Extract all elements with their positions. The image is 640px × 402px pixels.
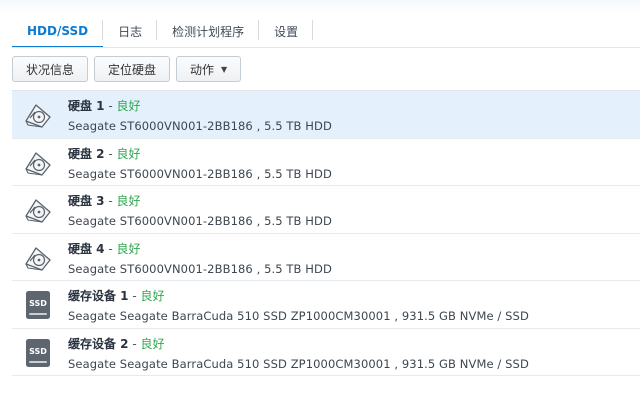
drive-name: 硬盘 4 [68, 241, 105, 256]
status-text: 良好 [140, 289, 165, 303]
action-label: 动作 [190, 62, 215, 77]
drive-name: 缓存设备 1 [68, 289, 129, 303]
drive-name: 硬盘 3 [68, 194, 105, 208]
title-separator: - [128, 336, 141, 351]
tab-label: 检测计划程序 [172, 24, 245, 39]
hdd-icon [25, 151, 51, 176]
status-info-label: 状况信息 [26, 62, 75, 77]
tab-label: 设置 [274, 24, 299, 39]
ssd-icon: SSD [26, 291, 50, 319]
drive-name: 硬盘 2 [68, 146, 105, 161]
ssd-icon-label: SSD [29, 299, 47, 308]
window-top-band [0, 0, 640, 12]
drive-title: 硬盘 4 - 良好 [68, 240, 332, 258]
drive-name: 硬盘 1 [68, 99, 105, 113]
drive-texts: 缓存设备 2 - 良好 Seagate Seagate BarraCuda 51… [68, 335, 529, 371]
hdd-icon [25, 246, 51, 271]
hdd-icon [25, 104, 51, 128]
title-separator: - [104, 194, 117, 208]
drive-row[interactable]: SSD 缓存设备 2 - 良好 Seagate Seagate BarraCud… [12, 329, 640, 376]
drive-title: 硬盘 1 - 良好 [68, 97, 332, 115]
title-separator: - [128, 289, 141, 303]
tab-label: 日志 [118, 24, 143, 39]
drive-row[interactable]: SSD 缓存设备 1 - 良好 Seagate Seagate BarraCud… [12, 281, 640, 329]
status-text: 良好 [140, 336, 165, 351]
ssd-icon-label: SSD [29, 347, 47, 356]
drive-description: Seagate Seagate BarraCuda 510 SSD ZP1000… [68, 356, 529, 371]
drive-row[interactable]: 硬盘 1 - 良好 Seagate ST6000VN001-2BB186 , 5… [12, 91, 640, 139]
drive-title: 缓存设备 2 - 良好 [68, 335, 529, 353]
locate-drive-button[interactable]: 定位硬盘 [94, 56, 171, 82]
title-separator: - [104, 241, 117, 256]
drive-texts: 硬盘 3 - 良好 Seagate ST6000VN001-2BB186 , 5… [68, 192, 332, 228]
drive-description: Seagate ST6000VN001-2BB186 , 5.5 TB HDD [68, 166, 332, 181]
chevron-down-icon: ▼ [221, 64, 228, 74]
drive-title: 缓存设备 1 - 良好 [68, 287, 529, 305]
drive-title: 硬盘 2 - 良好 [68, 145, 332, 163]
status-text: 良好 [116, 99, 141, 113]
drive-row[interactable]: 硬盘 2 - 良好 Seagate ST6000VN001-2BB186 , 5… [12, 139, 640, 186]
drive-description: Seagate ST6000VN001-2BB186 , 5.5 TB HDD [68, 214, 332, 228]
drive-texts: 硬盘 1 - 良好 Seagate ST6000VN001-2BB186 , 5… [68, 97, 332, 133]
drive-texts: 硬盘 2 - 良好 Seagate ST6000VN001-2BB186 , 5… [68, 145, 332, 181]
drive-row[interactable]: 硬盘 4 - 良好 Seagate ST6000VN001-2BB186 , 5… [12, 234, 640, 281]
tab-settings[interactable]: 设置 [259, 14, 314, 48]
drive-texts: 硬盘 4 - 良好 Seagate ST6000VN001-2BB186 , 5… [68, 240, 332, 276]
drive-name: 缓存设备 2 [68, 336, 129, 351]
drive-list: 硬盘 1 - 良好 Seagate ST6000VN001-2BB186 , 5… [12, 90, 640, 376]
drive-row[interactable]: 硬盘 3 - 良好 Seagate ST6000VN001-2BB186 , 5… [12, 186, 640, 234]
drive-texts: 缓存设备 1 - 良好 Seagate Seagate BarraCuda 51… [68, 287, 529, 323]
tab-hdd-ssd[interactable]: HDD/SSD [12, 14, 104, 48]
toolbar: 状况信息 定位硬盘 动作 ▼ [12, 56, 242, 82]
status-text: 良好 [116, 241, 141, 256]
title-separator: - [104, 146, 117, 161]
drive-description: Seagate ST6000VN001-2BB186 , 5.5 TB HDD [68, 119, 332, 133]
tab-bar: HDD/SSD 日志 检测计划程序 设置 [12, 14, 640, 48]
drive-description: Seagate ST6000VN001-2BB186 , 5.5 TB HDD [68, 261, 332, 276]
ssd-icon: SSD [26, 338, 50, 367]
title-separator: - [104, 99, 117, 113]
tab-test-scheduler[interactable]: 检测计划程序 [157, 14, 260, 48]
tabs-divider [12, 47, 640, 48]
status-text: 良好 [116, 146, 141, 161]
hdd-icon [25, 199, 51, 223]
tab-logs[interactable]: 日志 [103, 14, 158, 48]
tab-label: HDD/SSD [27, 24, 89, 38]
locate-drive-label: 定位硬盘 [108, 62, 157, 77]
drive-description: Seagate Seagate BarraCuda 510 SSD ZP1000… [68, 309, 529, 323]
status-info-button[interactable]: 状况信息 [12, 56, 89, 82]
status-text: 良好 [116, 194, 141, 208]
action-dropdown-button[interactable]: 动作 ▼ [176, 56, 242, 82]
drive-title: 硬盘 3 - 良好 [68, 192, 332, 210]
